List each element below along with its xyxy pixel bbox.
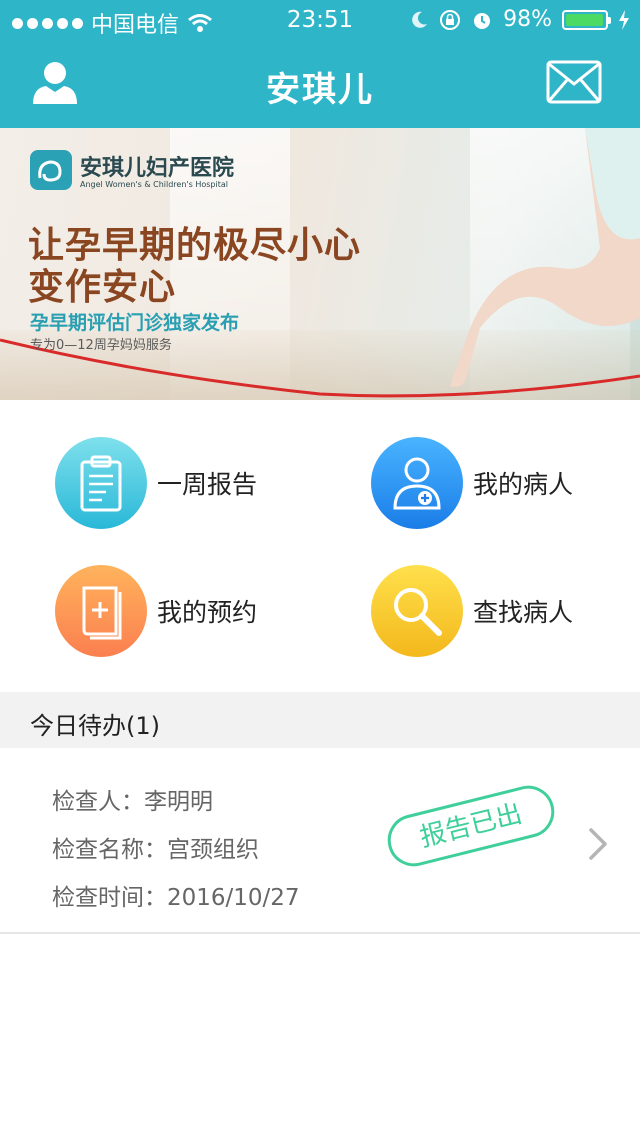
- todo-item[interactable]: 检查人：李明明 检查名称：宫颈组织 检查时间：2016/10/27: [0, 748, 640, 934]
- patient-avatar-icon: [371, 437, 463, 529]
- todo-header-title: 今日待办(1): [30, 712, 160, 740]
- exam-time-row: 检查时间：2016/10/27: [52, 878, 300, 912]
- clipboard-report-icon: [55, 437, 147, 529]
- todo-section-header: 今日待办(1): [0, 692, 640, 748]
- hospital-logo-name: 安琪儿妇产医院: [80, 156, 235, 181]
- menu-label: 我的预约: [157, 598, 258, 627]
- promo-banner[interactable]: 安琪儿妇产医院 Angel Women's & Children's Hospi…: [0, 128, 640, 400]
- rotation-lock-icon: [440, 9, 461, 30]
- charging-icon: [619, 9, 629, 30]
- exam-name-label: 检查名称：: [52, 837, 167, 863]
- menu-label: 一周报告: [157, 470, 258, 499]
- battery-percent: 98%: [503, 7, 552, 32]
- page-title: 安琪儿: [266, 70, 374, 110]
- banner-note: 专为0—12周孕妈妈服务: [30, 338, 172, 353]
- medical-book-icon: [55, 565, 147, 657]
- examinee-value: 李明明: [144, 789, 213, 815]
- hospital-logo-icon: [30, 150, 72, 190]
- menu-label: 查找病人: [473, 598, 574, 627]
- alarm-icon: [474, 12, 491, 29]
- search-icon: [371, 565, 463, 657]
- banner-subtitle: 孕早期评估门诊独家发布: [30, 312, 240, 334]
- menu-my-patients[interactable]: 我的病人: [371, 437, 573, 529]
- moon-icon: [412, 11, 428, 28]
- battery-icon: [562, 9, 611, 30]
- menu-weekly-report[interactable]: 一周报告: [55, 437, 257, 529]
- status-right: 98%: [409, 7, 630, 32]
- menu-label: 我的病人: [473, 470, 574, 499]
- exam-time-label: 检查时间：: [52, 885, 167, 911]
- exam-name-row: 检查名称：宫颈组织: [52, 830, 259, 864]
- top-bar: 中国电信 23:51 98% 安琪儿: [0, 0, 640, 128]
- exam-time-value: 2016/10/27: [167, 885, 300, 911]
- status-bar: 中国电信 23:51 98%: [0, 0, 640, 40]
- hospital-logo-english: Angel Women's & Children's Hospital: [80, 180, 228, 189]
- navigation-bar: 安琪儿: [0, 40, 640, 128]
- menu-my-appointments[interactable]: 我的预约: [55, 565, 257, 657]
- mail-icon[interactable]: [546, 60, 602, 104]
- chevron-right-icon[interactable]: [584, 826, 612, 862]
- menu-find-patient[interactable]: 查找病人: [371, 565, 573, 657]
- banner-headline-line2: 变作安心: [28, 267, 177, 308]
- examinee-label: 检查人：: [52, 789, 144, 815]
- exam-name-value: 宫颈组织: [167, 837, 259, 863]
- examinee-row: 检查人：李明明: [52, 782, 213, 816]
